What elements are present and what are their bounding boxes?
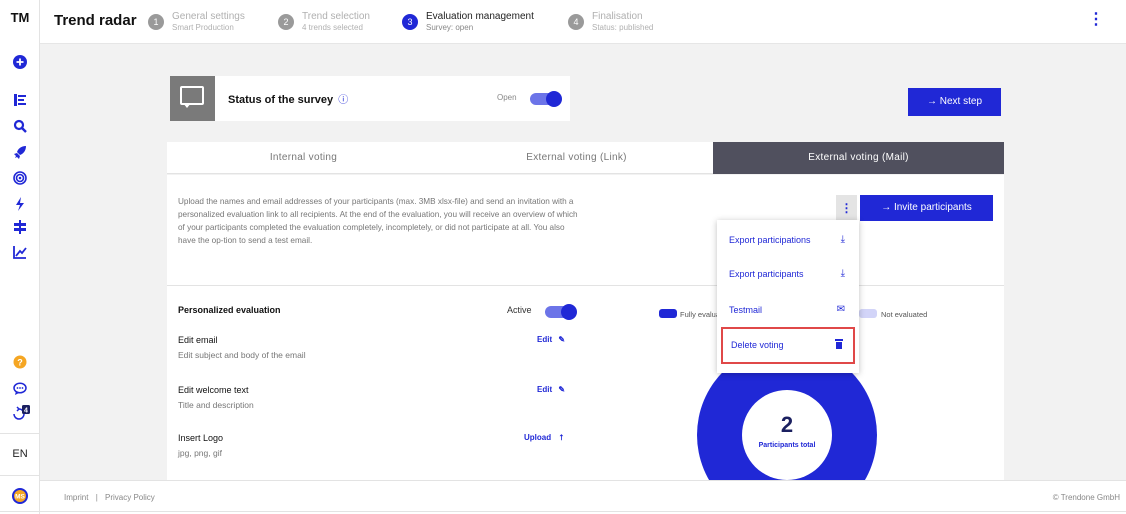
edit-email-button[interactable]: Edit ✎ (537, 335, 565, 344)
lightning-icon[interactable] (12, 197, 28, 213)
footer-links: Imprint | Privacy Policy (64, 493, 155, 502)
chat-bubble-icon (170, 76, 215, 121)
more-options-icon[interactable]: ⋮ (1088, 12, 1104, 28)
menu-export-participations[interactable]: Export participations ⤓ (717, 224, 859, 258)
menu-testmail[interactable]: Testmail ✉ (717, 294, 859, 328)
actions-dropdown: Export participations ⤓ Export participa… (717, 220, 859, 373)
app-logo[interactable]: TM (0, 10, 40, 25)
chat-icon[interactable] (12, 382, 28, 398)
insert-logo-title: Insert Logo (178, 433, 224, 443)
edit-welcome-subtitle: Title and description (178, 400, 254, 410)
notification-count: 4 (24, 408, 28, 415)
insert-logo-subtitle: jpg, png, gif (178, 448, 222, 458)
top-bar: Trend radar 1 General settings Smart Pro… (40, 0, 1126, 44)
tab-external-voting-mail[interactable]: External voting (Mail) (713, 142, 1004, 174)
personalized-evaluation-toggle[interactable] (545, 304, 577, 320)
svg-text:?: ? (17, 358, 23, 368)
invite-participants-button[interactable]: → Invite participants (860, 195, 993, 221)
pencil-icon: ✎ (558, 335, 566, 344)
signpost-icon[interactable] (12, 220, 28, 236)
tab-internal-voting[interactable]: Internal voting (167, 142, 440, 174)
info-icon[interactable]: ⓘ (338, 95, 348, 106)
legend-fully-swatch (659, 309, 677, 318)
menu-export-participants[interactable]: Export participants ⤓ (717, 258, 859, 292)
participants-total-value: 2 (780, 412, 794, 437)
rail-divider (0, 475, 40, 476)
pencil-icon: ✎ (558, 385, 566, 394)
privacy-policy-link[interactable]: Privacy Policy (105, 493, 155, 502)
more-actions-button[interactable]: ⋮ (836, 195, 857, 221)
download-icon: ⤓ (840, 234, 845, 245)
voting-tabs: Internal voting External voting (Link) E… (167, 142, 1004, 174)
survey-status-toggle[interactable] (530, 91, 562, 107)
upload-logo-button[interactable]: Upload ⭡ (524, 433, 563, 443)
legend-not-swatch (859, 309, 877, 318)
language-switch[interactable]: EN (0, 448, 40, 460)
trash-icon (835, 339, 843, 352)
add-icon[interactable] (12, 54, 28, 70)
survey-status-card: Status of the survey ⓘ Open (170, 76, 570, 121)
mail-icon: ✉ (836, 304, 845, 315)
survey-status-value: Open (497, 93, 517, 102)
legend-not-label: Not evaluated (881, 310, 928, 319)
upload-icon: ⭡ (559, 433, 564, 442)
download-icon: ⤓ (840, 268, 845, 279)
avatar[interactable]: MS (11, 487, 28, 504)
mail-voting-panel: Upload the names and email addresses of … (167, 175, 1004, 514)
help-icon[interactable]: ? (12, 355, 28, 371)
tab-external-voting-link[interactable]: External voting (Link) (440, 142, 713, 174)
target-icon[interactable] (12, 171, 28, 187)
imprint-link[interactable]: Imprint (64, 493, 88, 502)
chart-icon[interactable] (12, 245, 28, 261)
personalized-evaluation-title: Personalized evaluation (178, 305, 281, 315)
edit-email-title: Edit email (178, 335, 218, 345)
search-icon[interactable] (12, 119, 28, 135)
menu-delete-voting[interactable]: Delete voting (721, 327, 855, 364)
survey-status-label: Status of the survey ⓘ (228, 94, 349, 106)
bottom-divider (0, 511, 1126, 512)
rail-divider (0, 433, 40, 434)
next-step-button[interactable]: → Next step (908, 88, 1001, 116)
left-rail: TM ? 4 EN MS (0, 0, 40, 514)
notification-icon[interactable]: 4 (12, 404, 30, 420)
svg-text:MS: MS (15, 494, 25, 501)
participants-total-label: Participants total (758, 442, 816, 449)
personalized-evaluation-state: Active (507, 305, 532, 315)
edit-welcome-button[interactable]: Edit ✎ (537, 385, 565, 394)
edit-welcome-title: Edit welcome text (178, 385, 249, 395)
section-divider (167, 285, 1004, 286)
rocket-icon[interactable] (12, 145, 28, 161)
footer: Imprint | Privacy Policy © Trendone GmbH (40, 480, 1126, 514)
list-icon[interactable] (12, 93, 28, 109)
intro-text: Upload the names and email addresses of … (178, 197, 578, 245)
copyright: © Trendone GmbH (1052, 493, 1120, 502)
edit-email-subtitle: Edit subject and body of the email (178, 350, 306, 360)
app-title: Trend radar (54, 12, 137, 29)
